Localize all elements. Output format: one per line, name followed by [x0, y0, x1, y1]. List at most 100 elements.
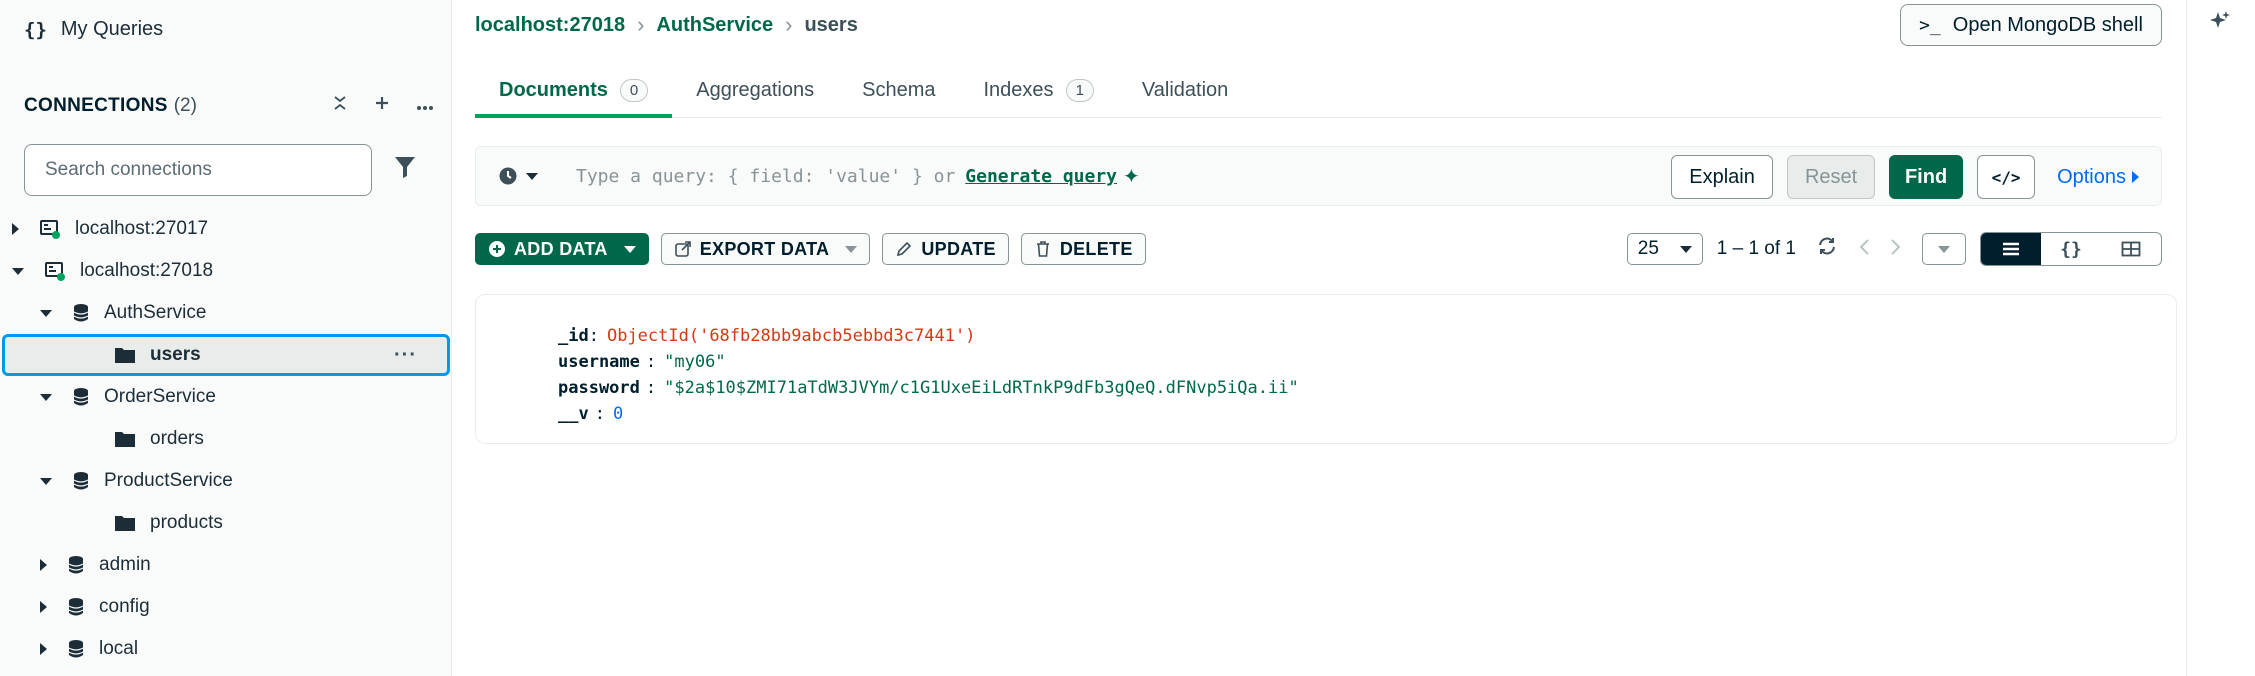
query-input[interactable]: Type a query: { field: 'value' } or: [576, 166, 955, 187]
tree-item-config[interactable]: config: [0, 586, 452, 628]
add-data-button[interactable]: ADD DATA: [475, 233, 649, 265]
caret-down-icon[interactable]: [12, 267, 24, 275]
search-connections-input[interactable]: Search connections: [24, 144, 372, 196]
tree-item-label: localhost:27017: [75, 218, 209, 239]
tree-item-users[interactable]: users ···: [2, 334, 450, 376]
previous-page-icon[interactable]: [1858, 236, 1870, 262]
tree-item-products[interactable]: products: [0, 502, 452, 544]
caret-right-icon[interactable]: [40, 601, 47, 613]
database-icon: [67, 555, 85, 575]
tree-item-label: localhost:27018: [80, 260, 214, 281]
explain-button[interactable]: Explain: [1671, 155, 1774, 199]
view-options-dropdown[interactable]: [1922, 233, 1966, 265]
plus-circle-icon: [489, 241, 505, 257]
next-page-icon[interactable]: [1890, 236, 1902, 262]
field-colon: :: [594, 404, 605, 424]
connection-tree: localhost:27017 localhost:27018 AuthServic…: [0, 208, 452, 670]
tab-label: Schema: [862, 78, 936, 101]
folder-icon: [114, 514, 136, 532]
tree-item-admin[interactable]: admin: [0, 544, 452, 586]
tree-item-productservice[interactable]: ProductService: [0, 460, 452, 502]
add-connection-icon[interactable]: [374, 94, 390, 117]
my-queries-link[interactable]: {} My Queries: [24, 18, 163, 41]
database-icon: [67, 639, 85, 659]
table-view-icon[interactable]: [2101, 233, 2161, 265]
tree-item-label: config: [99, 596, 150, 617]
caret-right-icon: [2132, 171, 2139, 183]
field-key: username: [558, 352, 640, 372]
folder-icon: [114, 346, 136, 364]
delete-button[interactable]: DELETE: [1020, 233, 1146, 265]
caret-down-icon[interactable]: [40, 477, 52, 485]
pagination-range: 1 – 1 of 1: [1716, 238, 1796, 259]
refresh-icon[interactable]: [1816, 236, 1838, 262]
tab-count-badge: 0: [619, 78, 649, 102]
collapse-all-icon[interactable]: [332, 94, 348, 117]
tab-label: Indexes: [983, 78, 1054, 101]
field-key: __v: [558, 404, 589, 424]
sidebar: {} My Queries CONNECTIONS (2) Search con…: [0, 0, 452, 676]
caret-right-icon[interactable]: [12, 223, 19, 235]
query-bar: Type a query: { field: 'value' } or Gene…: [475, 146, 2162, 206]
caret-down-icon: [623, 245, 636, 253]
caret-down-icon: [845, 245, 858, 253]
tree-item-label: admin: [99, 554, 151, 575]
tab-documents[interactable]: Documents 0: [475, 62, 673, 118]
tree-item-authservice[interactable]: AuthService: [0, 292, 452, 334]
document-field: _id: ObjectId('68fb28bb9abcb5ebbd3c7441'): [558, 323, 2176, 349]
database-icon: [72, 471, 90, 491]
assistant-divider: [2186, 0, 2187, 676]
breadcrumb-database[interactable]: AuthService: [656, 14, 773, 37]
connections-count: (2): [173, 94, 197, 116]
caret-down-icon[interactable]: [40, 393, 52, 401]
filter-icon[interactable]: [394, 155, 416, 179]
documents-toolbar: ADD DATA EXPORT DATA UPDATE DELETE 25 1 …: [475, 232, 2162, 266]
caret-down-icon: [1938, 245, 1950, 253]
database-icon: [72, 387, 90, 407]
query-code-button[interactable]: </>: [1977, 155, 2036, 199]
assistant-sparkle-icon[interactable]: [2209, 10, 2231, 38]
caret-down-icon[interactable]: [40, 309, 52, 317]
connections-header: CONNECTIONS (2): [24, 94, 434, 117]
folder-icon: [114, 430, 136, 448]
tree-item-orderservice[interactable]: OrderService: [0, 376, 452, 418]
tree-item-orders[interactable]: orders: [0, 418, 452, 460]
list-view-icon[interactable]: [1981, 233, 2041, 265]
update-button[interactable]: UPDATE: [882, 233, 1009, 265]
server-icon: [39, 219, 61, 239]
find-button[interactable]: Find: [1889, 155, 1964, 199]
sparkle-icon: ✦: [1123, 165, 1140, 188]
update-label: UPDATE: [921, 238, 996, 259]
json-view-icon[interactable]: {}: [2041, 233, 2101, 265]
field-value: 0: [612, 404, 624, 424]
tree-item-localhost-27018[interactable]: localhost:27018: [0, 250, 452, 292]
field-key: _id: [558, 326, 589, 346]
tree-item-localhost-27017[interactable]: localhost:27017: [0, 208, 452, 250]
more-options-icon[interactable]: ···: [394, 344, 417, 367]
tab-validation[interactable]: Validation: [1118, 62, 1252, 118]
collection-tabs: Documents 0 Aggregations Schema Indexes 1 Vali…: [475, 62, 2162, 118]
tab-aggregations[interactable]: Aggregations: [672, 62, 838, 118]
tree-item-local[interactable]: local: [0, 628, 452, 670]
tab-label: Documents: [499, 78, 608, 101]
caret-right-icon[interactable]: [40, 643, 47, 655]
breadcrumb-connection[interactable]: localhost:27018: [475, 14, 625, 37]
options-button[interactable]: Options: [2057, 166, 2139, 189]
open-shell-button[interactable]: >_ Open MongoDB shell: [1900, 4, 2162, 46]
reset-button[interactable]: Reset: [1787, 155, 1876, 199]
page-size-select[interactable]: 25: [1626, 233, 1703, 265]
tree-item-label: ProductService: [104, 470, 233, 491]
tree-item-label: OrderService: [104, 386, 216, 407]
generate-query-link[interactable]: Generate query: [965, 166, 1117, 187]
export-data-button[interactable]: EXPORT DATA: [660, 233, 871, 265]
document-card[interactable]: _id: ObjectId('68fb28bb9abcb5ebbd3c7441')…: [475, 294, 2177, 444]
breadcrumb: localhost:27018 › AuthService › users: [475, 12, 858, 38]
tab-indexes[interactable]: Indexes 1: [960, 62, 1118, 118]
open-shell-label: Open MongoDB shell: [1952, 13, 2143, 36]
tab-schema[interactable]: Schema: [838, 62, 959, 118]
field-colon: :: [645, 352, 657, 372]
caret-right-icon[interactable]: [40, 559, 47, 571]
more-options-icon[interactable]: [416, 94, 434, 117]
braces-icon: {}: [24, 18, 47, 41]
query-history-button[interactable]: [498, 166, 538, 186]
